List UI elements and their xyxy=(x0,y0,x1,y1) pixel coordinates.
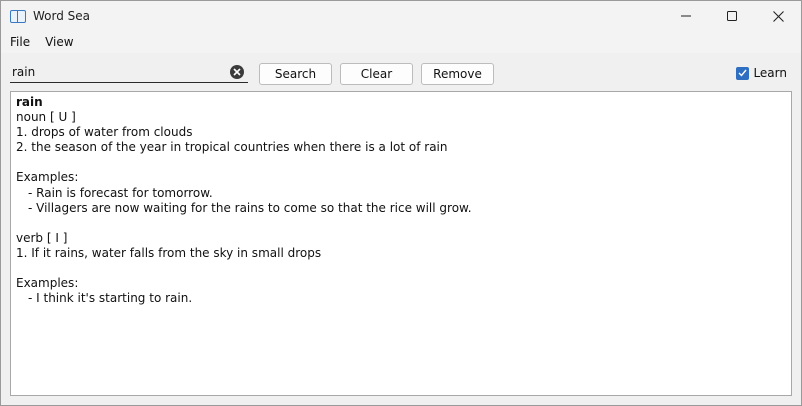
clear-button[interactable]: Clear xyxy=(340,63,413,85)
examples-heading: Examples: xyxy=(16,276,79,291)
search-input[interactable] xyxy=(10,63,222,81)
remove-button[interactable]: Remove xyxy=(421,63,494,85)
maximize-icon xyxy=(727,11,737,21)
close-button[interactable] xyxy=(755,1,801,31)
app-window: Word Sea File View Search Clear Remove xyxy=(0,0,802,406)
minimize-icon xyxy=(681,15,691,17)
clear-search-icon[interactable] xyxy=(230,65,244,79)
part-of-speech: verb [ I ] xyxy=(16,230,68,245)
close-icon xyxy=(772,10,784,22)
toolbar: Search Clear Remove Learn xyxy=(1,53,801,90)
definition-line: 2. the season of the year in tropical co… xyxy=(16,140,448,155)
title-bar[interactable]: Word Sea xyxy=(1,1,801,31)
checkmark-icon xyxy=(738,69,747,77)
examples-heading: Examples: xyxy=(16,170,79,185)
maximize-button[interactable] xyxy=(709,1,755,31)
part-of-speech: noun [ U ] xyxy=(16,110,76,125)
learn-toggle[interactable]: Learn xyxy=(736,66,787,80)
definition-line: 1. drops of water from clouds xyxy=(16,125,193,140)
minimize-button[interactable] xyxy=(663,1,709,31)
open-book-icon xyxy=(10,9,26,23)
learn-checkbox[interactable] xyxy=(736,66,750,80)
example-line: - I think it's starting to rain. xyxy=(28,291,193,306)
search-button[interactable]: Search xyxy=(259,63,332,85)
menu-bar: File View xyxy=(1,31,801,53)
menu-view[interactable]: View xyxy=(45,35,73,49)
entry-word: rain xyxy=(16,95,43,109)
definition-line: 1. If it rains, water falls from the sky… xyxy=(16,245,322,260)
example-line: - Rain is forecast for tomorrow. xyxy=(28,185,213,200)
learn-label: Learn xyxy=(753,66,787,80)
search-box xyxy=(10,63,248,83)
definition-panel[interactable]: rain noun [ U ] 1. drops of water from c… xyxy=(10,91,792,396)
example-line: - Villagers are now waiting for the rain… xyxy=(28,200,472,215)
window-title: Word Sea xyxy=(33,9,91,23)
menu-file[interactable]: File xyxy=(10,35,30,49)
window-controls xyxy=(663,1,801,31)
